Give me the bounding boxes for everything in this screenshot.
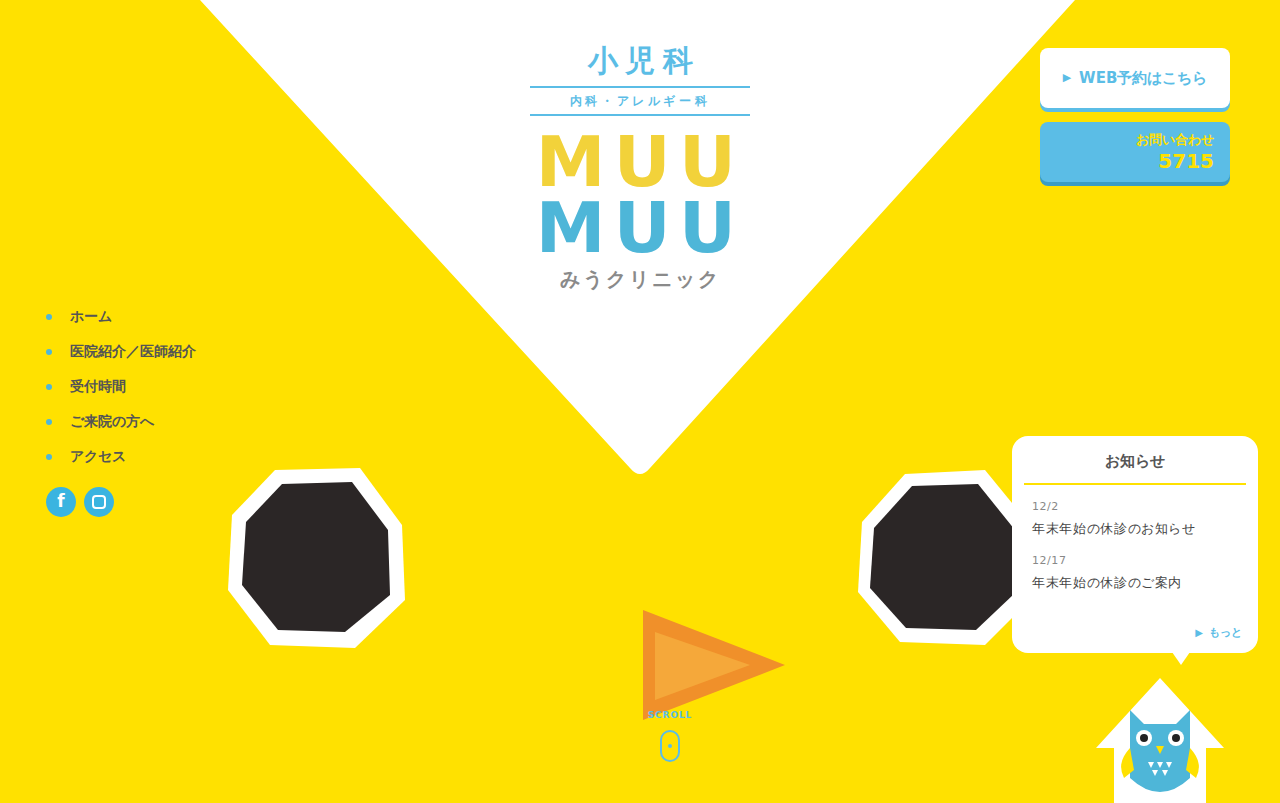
nav-item[interactable]: 医院紹介／医師紹介 (46, 341, 196, 362)
nav-label: アクセス (70, 446, 126, 467)
category-title: 小児科 (580, 46, 701, 86)
news-list: 12/2 年末年始の休診のお知らせ 12/17 年末年始の休診のご案内 (1024, 485, 1246, 593)
logo[interactable]: 小児科 内科・アレルギー科 MUU MUU みうクリニック (530, 46, 750, 294)
subcategory: 内科・アレルギー科 (530, 86, 750, 116)
contact-button[interactable]: お問い合わせ 5715 (1040, 122, 1230, 182)
contact-phone: 5715 (1158, 149, 1214, 174)
logo-line: MUU (536, 130, 745, 194)
nav-label: 受付時間 (70, 376, 126, 397)
mouse-icon (659, 729, 681, 763)
owl-icon[interactable] (1094, 678, 1226, 803)
clinic-name: みうクリニック (560, 264, 721, 294)
news-tail-icon (1172, 652, 1190, 665)
news-item[interactable]: 12/17 年末年始の休診のご案内 (1032, 553, 1238, 593)
play-icon: ▶ (1195, 625, 1203, 640)
bullet-icon (46, 454, 52, 460)
reserve-label: WEB予約はこちら (1079, 67, 1207, 90)
scroll-indicator[interactable]: SCROLL (620, 709, 720, 763)
instagram-icon[interactable] (84, 487, 114, 517)
news-title: お知らせ (1024, 450, 1246, 485)
nav-item[interactable]: 受付時間 (46, 376, 196, 397)
bullet-icon (46, 349, 52, 355)
bullet-icon (46, 314, 52, 320)
news-card: お知らせ 12/2 年末年始の休診のお知らせ 12/17 年末年始の休診のご案内 ▶ … (1012, 436, 1258, 653)
news-item[interactable]: 12/2 年末年始の休診のお知らせ (1032, 499, 1238, 539)
more-label: もっと (1209, 625, 1242, 642)
scroll-label: SCROLL (648, 709, 693, 723)
facebook-link[interactable]: f (46, 487, 76, 517)
more-link[interactable]: ▶ もっと (1195, 625, 1246, 642)
action-buttons: ▶ WEB予約はこちら お問い合わせ 5715 (1040, 48, 1230, 182)
bullet-icon (46, 419, 52, 425)
news-date: 12/17 (1032, 553, 1238, 570)
nav-item[interactable]: アクセス (46, 446, 196, 467)
bullet-icon (46, 384, 52, 390)
reserve-button[interactable]: ▶ WEB予約はこちら (1040, 48, 1230, 108)
camera-icon (92, 495, 106, 509)
news-item-title: 年末年始の休診のお知らせ (1032, 519, 1238, 539)
main-nav: ホーム医院紹介／医師紹介受付時間ご来院の方へアクセス f (46, 306, 196, 517)
social-links: f (46, 487, 196, 517)
news-item-title: 年末年始の休診のご案内 (1032, 573, 1238, 593)
page: 小児科 内科・アレルギー科 MUU MUU みうクリニック ホーム医院紹介／医師… (0, 0, 1280, 803)
nav-item[interactable]: ご来院の方へ (46, 411, 196, 432)
bird-face-icon (0, 0, 1280, 803)
nav-item[interactable]: ホーム (46, 306, 196, 327)
nav-label: 医院紹介／医師紹介 (70, 341, 196, 362)
nav-list: ホーム医院紹介／医師紹介受付時間ご来院の方へアクセス (46, 306, 196, 467)
contact-label: お問い合わせ (1136, 130, 1214, 150)
logo-line: MUU (536, 196, 745, 260)
nav-label: ホーム (70, 306, 112, 327)
news-date: 12/2 (1032, 499, 1238, 516)
nav-label: ご来院の方へ (70, 411, 154, 432)
play-icon: ▶ (1063, 70, 1071, 87)
